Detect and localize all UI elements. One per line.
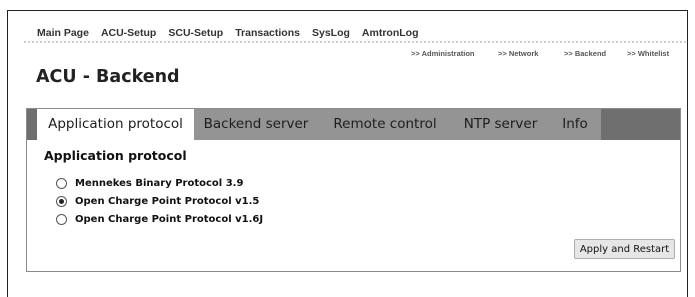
nav-divider [24, 41, 686, 43]
protocol-option-ocpp16j[interactable]: Open Charge Point Protocol v1.6J [56, 214, 263, 225]
subnav-network[interactable]: >> Network [498, 49, 538, 58]
nav-transactions[interactable]: Transactions [235, 27, 300, 39]
nav-main-page[interactable]: Main Page [37, 27, 89, 39]
tab-application-protocol[interactable]: Application protocol [37, 109, 194, 140]
apply-restart-button[interactable]: Apply and Restart [574, 239, 675, 259]
tab-backend-server[interactable]: Backend server [194, 109, 318, 140]
radio-ocpp15[interactable] [56, 196, 67, 207]
tab-bar: Application protocol Backend server Remo… [27, 109, 680, 140]
main-nav: Main Page ACU-Setup SCU-Setup Transactio… [37, 27, 431, 39]
option-label: Open Charge Point Protocol v1.6J [75, 214, 264, 225]
protocol-option-mennekes[interactable]: Mennekes Binary Protocol 3.9 [56, 178, 243, 189]
option-label: Mennekes Binary Protocol 3.9 [75, 178, 244, 189]
nav-syslog[interactable]: SysLog [312, 27, 350, 39]
section-title: Application protocol [44, 148, 187, 163]
option-label: Open Charge Point Protocol v1.5 [75, 196, 260, 207]
tab-remote-control[interactable]: Remote control [318, 109, 452, 140]
radio-mennekes[interactable] [56, 178, 67, 189]
subnav-backend[interactable]: >> Backend [564, 49, 606, 58]
tab-info[interactable]: Info [549, 109, 601, 140]
settings-panel: Application protocol Backend server Remo… [26, 108, 681, 272]
nav-amtronlog[interactable]: AmtronLog [362, 27, 419, 39]
protocol-option-ocpp15[interactable]: Open Charge Point Protocol v1.5 [56, 196, 259, 207]
nav-scu-setup[interactable]: SCU-Setup [168, 27, 223, 39]
nav-acu-setup[interactable]: ACU-Setup [101, 27, 156, 39]
page-title: ACU - Backend [36, 67, 180, 87]
subnav-whitelist[interactable]: >> Whitelist [627, 49, 669, 58]
radio-ocpp16j[interactable] [56, 214, 67, 225]
tab-ntp-server[interactable]: NTP server [452, 109, 549, 140]
subnav-administration[interactable]: >> Administration [411, 49, 474, 58]
